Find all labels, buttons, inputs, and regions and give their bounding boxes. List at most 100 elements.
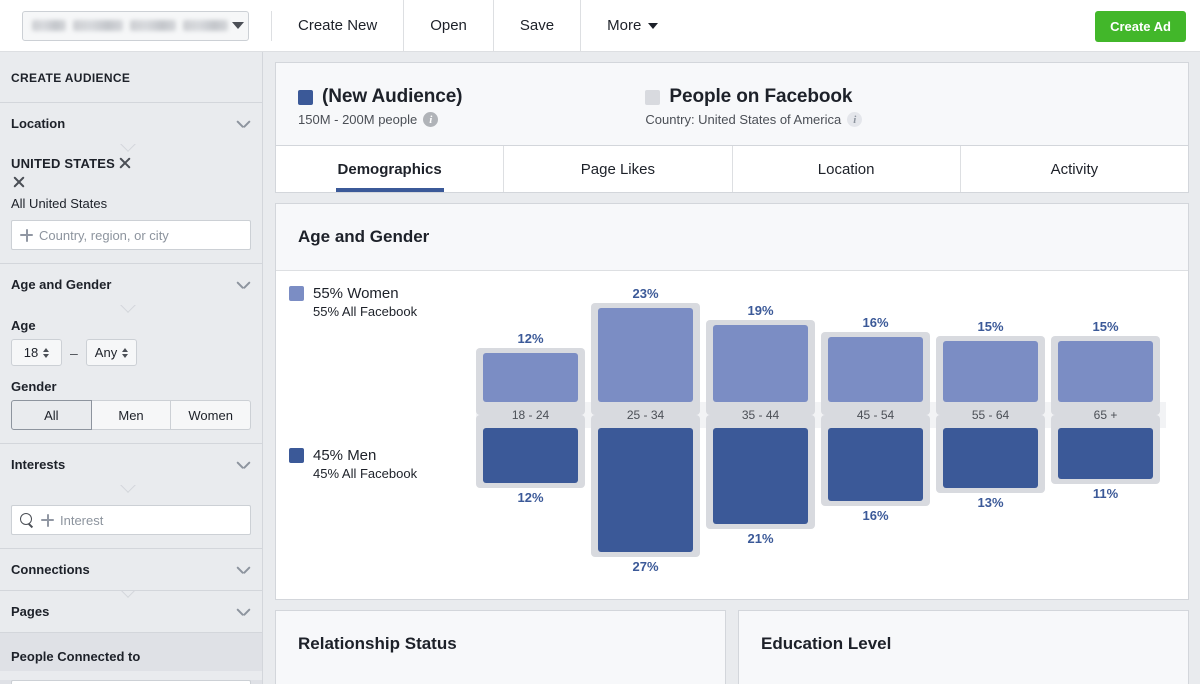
age-group-label: 18 - 24 bbox=[511, 408, 550, 422]
redacted-text-segment bbox=[183, 20, 228, 31]
close-icon[interactable] bbox=[11, 174, 27, 190]
bar-men[interactable] bbox=[598, 428, 693, 552]
age-group-label: 45 - 54 bbox=[856, 408, 895, 422]
chart-bar-group[interactable]: 23% 27% 25 - 34 bbox=[591, 271, 700, 599]
audience-size-text: 150M - 200M people bbox=[298, 112, 418, 127]
section-notch bbox=[120, 144, 136, 152]
more-menu-button[interactable]: More bbox=[581, 0, 684, 52]
gender-label: Gender bbox=[11, 379, 57, 394]
education-level-card: Education Level bbox=[738, 610, 1189, 684]
interest-input-placeholder: Interest bbox=[60, 512, 104, 528]
gender-selector: All Men Women bbox=[11, 400, 252, 430]
bar-women[interactable] bbox=[713, 325, 808, 402]
redacted-text-segment bbox=[73, 20, 123, 31]
education-level-title: Education Level bbox=[761, 634, 892, 653]
age-range-row: 18 – Any bbox=[11, 339, 251, 366]
bar-value-women: 15% bbox=[977, 319, 1004, 334]
chevron-down-icon bbox=[237, 608, 250, 616]
comparison-summary: People on Facebook Country: United State… bbox=[645, 86, 863, 127]
chart-bars-zone: 12% 12% 18 - 24 23% 27% 25 - 34 19% 21% 35 - 44 1… bbox=[476, 271, 1166, 599]
connections-section-label: Connections bbox=[11, 562, 90, 577]
men-legend-sublabel: 45% All Facebook bbox=[313, 466, 418, 481]
age-min-stepper[interactable]: 18 bbox=[11, 339, 62, 366]
gender-option-women[interactable]: Women bbox=[171, 400, 252, 430]
comparison-country-text: Country: United States of America bbox=[645, 112, 842, 127]
relationship-status-title: Relationship Status bbox=[298, 634, 457, 653]
chart-bar-group[interactable]: 12% 12% 18 - 24 bbox=[476, 271, 585, 599]
tab-page-likes[interactable]: Page Likes bbox=[504, 146, 733, 192]
audience-header: (New Audience) 150M - 200M people i Peop… bbox=[276, 63, 1188, 145]
your-page-input[interactable]: Your Page bbox=[11, 680, 251, 684]
bar-women[interactable] bbox=[483, 353, 578, 402]
interest-input[interactable]: Interest bbox=[11, 505, 251, 535]
women-legend-sublabel: 55% All Facebook bbox=[313, 304, 418, 319]
age-max-stepper[interactable]: Any bbox=[85, 339, 138, 366]
tab-location[interactable]: Location bbox=[733, 146, 961, 192]
location-section-body: UNITED STATES All United States Country,… bbox=[0, 144, 262, 263]
bar-men[interactable] bbox=[713, 428, 808, 524]
save-button[interactable]: Save bbox=[494, 0, 582, 52]
sidebar-section-interests[interactable]: Interests bbox=[0, 443, 262, 485]
sidebar-section-age-gender[interactable]: Age and Gender bbox=[0, 263, 262, 305]
audience-title-row: (New Audience) bbox=[298, 86, 463, 108]
chart-bar-group[interactable]: 19% 21% 35 - 44 bbox=[706, 271, 815, 599]
chart-bar-group[interactable]: 16% 16% 45 - 54 bbox=[821, 271, 930, 599]
bar-value-men: 16% bbox=[862, 508, 889, 523]
bar-value-women: 19% bbox=[747, 303, 774, 318]
info-icon[interactable]: i bbox=[847, 112, 863, 127]
sidebar-section-connections[interactable]: Connections bbox=[0, 548, 262, 590]
men-color-swatch bbox=[289, 448, 304, 463]
location-input[interactable]: Country, region, or city bbox=[11, 220, 251, 250]
selected-country-row: UNITED STATES bbox=[11, 155, 251, 171]
bar-men[interactable] bbox=[828, 428, 923, 501]
main-content: (New Audience) 150M - 200M people i Peop… bbox=[264, 52, 1200, 684]
create-ad-button[interactable]: Create Ad bbox=[1095, 11, 1186, 42]
create-new-button[interactable]: Create New bbox=[272, 0, 405, 52]
chevron-down-icon bbox=[232, 22, 244, 29]
age-gender-section-label: Age and Gender bbox=[11, 277, 112, 292]
comparison-subtitle-row: Country: United States of America i bbox=[645, 112, 863, 127]
relationship-status-card: Relationship Status bbox=[275, 610, 726, 684]
bar-women[interactable] bbox=[943, 341, 1038, 402]
up-down-arrow-icon bbox=[43, 347, 50, 358]
age-gender-card: Age and Gender 55% Women 55% All Faceboo… bbox=[275, 203, 1189, 600]
account-name-redacted bbox=[32, 20, 228, 31]
create-new-label: Create New bbox=[298, 17, 378, 34]
chart-bar-group[interactable]: 15% 11% 65 + bbox=[1051, 271, 1160, 599]
save-label: Save bbox=[519, 17, 555, 34]
sidebar-section-location[interactable]: Location bbox=[0, 102, 262, 144]
tab-demographics[interactable]: Demographics bbox=[276, 146, 505, 192]
interests-section-body: Interest bbox=[0, 485, 262, 548]
bar-value-men: 27% bbox=[632, 559, 659, 574]
gender-option-all[interactable]: All bbox=[11, 400, 92, 430]
open-button[interactable]: Open bbox=[404, 0, 494, 52]
bar-men[interactable] bbox=[943, 428, 1038, 488]
gender-option-men[interactable]: Men bbox=[91, 400, 172, 430]
close-icon[interactable] bbox=[117, 155, 133, 171]
info-icon[interactable]: i bbox=[423, 112, 439, 127]
bar-women[interactable] bbox=[828, 337, 923, 402]
age-group-label: 25 - 34 bbox=[626, 408, 665, 422]
bar-value-women: 16% bbox=[862, 315, 889, 330]
section-notch bbox=[120, 485, 136, 493]
age-gender-chart: 55% Women 55% All Facebook 45% Men 45% A… bbox=[276, 271, 1188, 599]
bar-women[interactable] bbox=[598, 308, 693, 402]
bar-men[interactable] bbox=[1058, 428, 1153, 479]
people-connected-section: People Connected to Your Page bbox=[0, 632, 262, 684]
chevron-down-icon bbox=[237, 461, 250, 469]
comparison-title-row: People on Facebook bbox=[645, 86, 862, 108]
chart-bar-group[interactable]: 15% 13% 55 - 64 bbox=[936, 271, 1045, 599]
bar-men[interactable] bbox=[483, 428, 578, 483]
bar-value-men: 12% bbox=[517, 490, 544, 505]
plus-icon bbox=[41, 513, 54, 527]
tab-activity[interactable]: Activity bbox=[961, 146, 1188, 192]
more-label: More bbox=[607, 17, 642, 34]
sidebar-section-pages[interactable]: Pages bbox=[0, 590, 262, 632]
sidebar-title: CREATE AUDIENCE bbox=[11, 71, 131, 85]
account-selector[interactable] bbox=[22, 10, 249, 41]
redacted-text-segment bbox=[130, 20, 176, 31]
selected-country-label: UNITED STATES bbox=[11, 155, 115, 171]
create-audience-sidebar: CREATE AUDIENCE Location UNITED STATES A… bbox=[0, 52, 263, 684]
bar-women[interactable] bbox=[1058, 341, 1153, 402]
demographics-tabs: Demographics Page Likes Location Activit… bbox=[276, 145, 1188, 192]
